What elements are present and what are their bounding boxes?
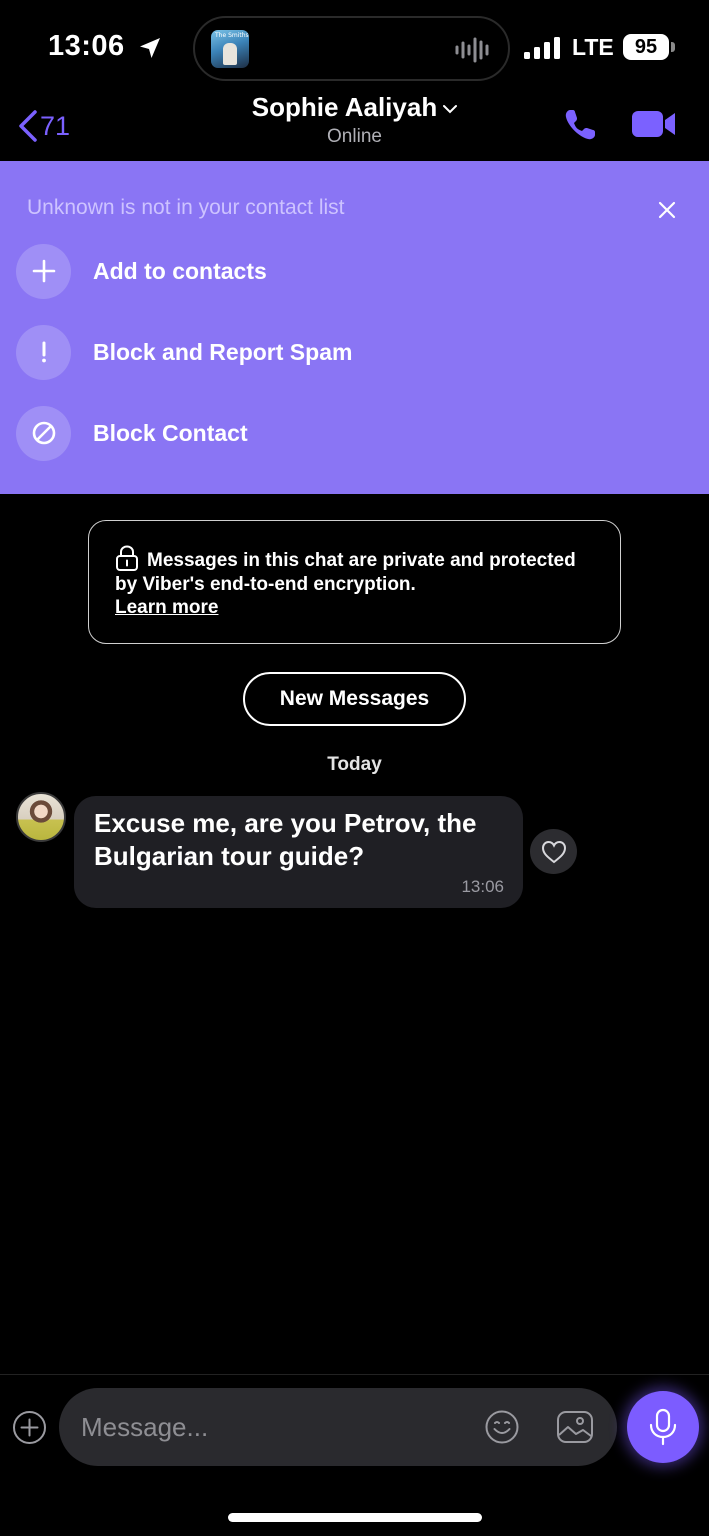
encryption-notice: Messages in this chat are private and pr… [88,520,621,644]
contact-name[interactable]: Sophie Aaliyah [0,92,709,123]
phone-call-icon[interactable] [563,108,597,142]
banner-title: Unknown is not in your contact list [27,196,345,219]
encryption-text-block: Messages in this chat are private and pr… [115,545,600,597]
unknown-contact-banner: Unknown is not in your contact list Add … [0,161,709,494]
add-to-contacts-label: Add to contacts [93,257,267,284]
block-icon-circle [16,405,71,461]
network-type: LTE [572,34,614,60]
block-and-report-spam-button[interactable]: Block and Report Spam [16,324,676,380]
location-arrow-icon [140,38,160,58]
battery-tip [671,42,675,52]
plus-icon [32,259,55,283]
home-indicator[interactable] [228,1513,482,1522]
new-messages-button[interactable]: New Messages [243,672,466,726]
learn-more-link[interactable]: Learn more [115,597,218,619]
add-to-contacts-button[interactable]: Add to contacts [16,243,676,299]
heart-icon [541,840,566,863]
dynamic-island[interactable]: The Smiths [193,16,510,81]
add-contact-icon-circle [16,243,71,299]
composer-divider [0,1374,709,1375]
message-text: Excuse me, are you Petrov, the Bulgarian… [94,808,477,871]
encryption-text: Messages in this chat are private and pr… [115,550,576,595]
like-message-button[interactable] [530,829,577,874]
plus-circle-icon[interactable] [12,1410,47,1445]
lock-icon [116,545,138,571]
audio-waveform-icon [455,37,489,63]
chat-header: 71 Sophie Aaliyah Online [0,88,709,161]
microphone-icon [649,1408,677,1446]
voice-message-button[interactable] [627,1391,699,1463]
emoji-icon[interactable] [484,1409,520,1445]
cellular-signal-icon [524,37,560,59]
exclamation-icon [41,341,46,363]
battery-indicator: 95 [623,34,669,60]
contact-name-text: Sophie Aaliyah [251,92,438,122]
block-and-report-spam-label: Block and Report Spam [93,338,353,365]
chevron-down-icon [443,105,458,114]
now-playing-album-art: The Smiths [211,30,249,68]
status-time: 13:06 [48,30,125,62]
block-contact-label: Block Contact [93,419,248,446]
block-contact-button[interactable]: Block Contact [16,405,676,461]
video-call-icon[interactable] [631,108,677,140]
report-spam-icon-circle [16,324,71,380]
close-icon[interactable] [655,198,679,222]
gallery-icon[interactable] [556,1409,594,1445]
block-icon [32,421,55,445]
message-bubble[interactable]: Excuse me, are you Petrov, the Bulgarian… [74,796,523,908]
contact-status: Online [327,126,382,147]
message-time: 13:06 [461,877,504,896]
avatar[interactable] [16,792,66,842]
message-composer [59,1388,617,1466]
album-art-text: The Smiths [215,32,249,39]
message-input[interactable] [81,1388,471,1466]
status-bar: 13:06 The Smiths LTE 95 [0,0,709,95]
date-separator: Today [327,754,382,775]
